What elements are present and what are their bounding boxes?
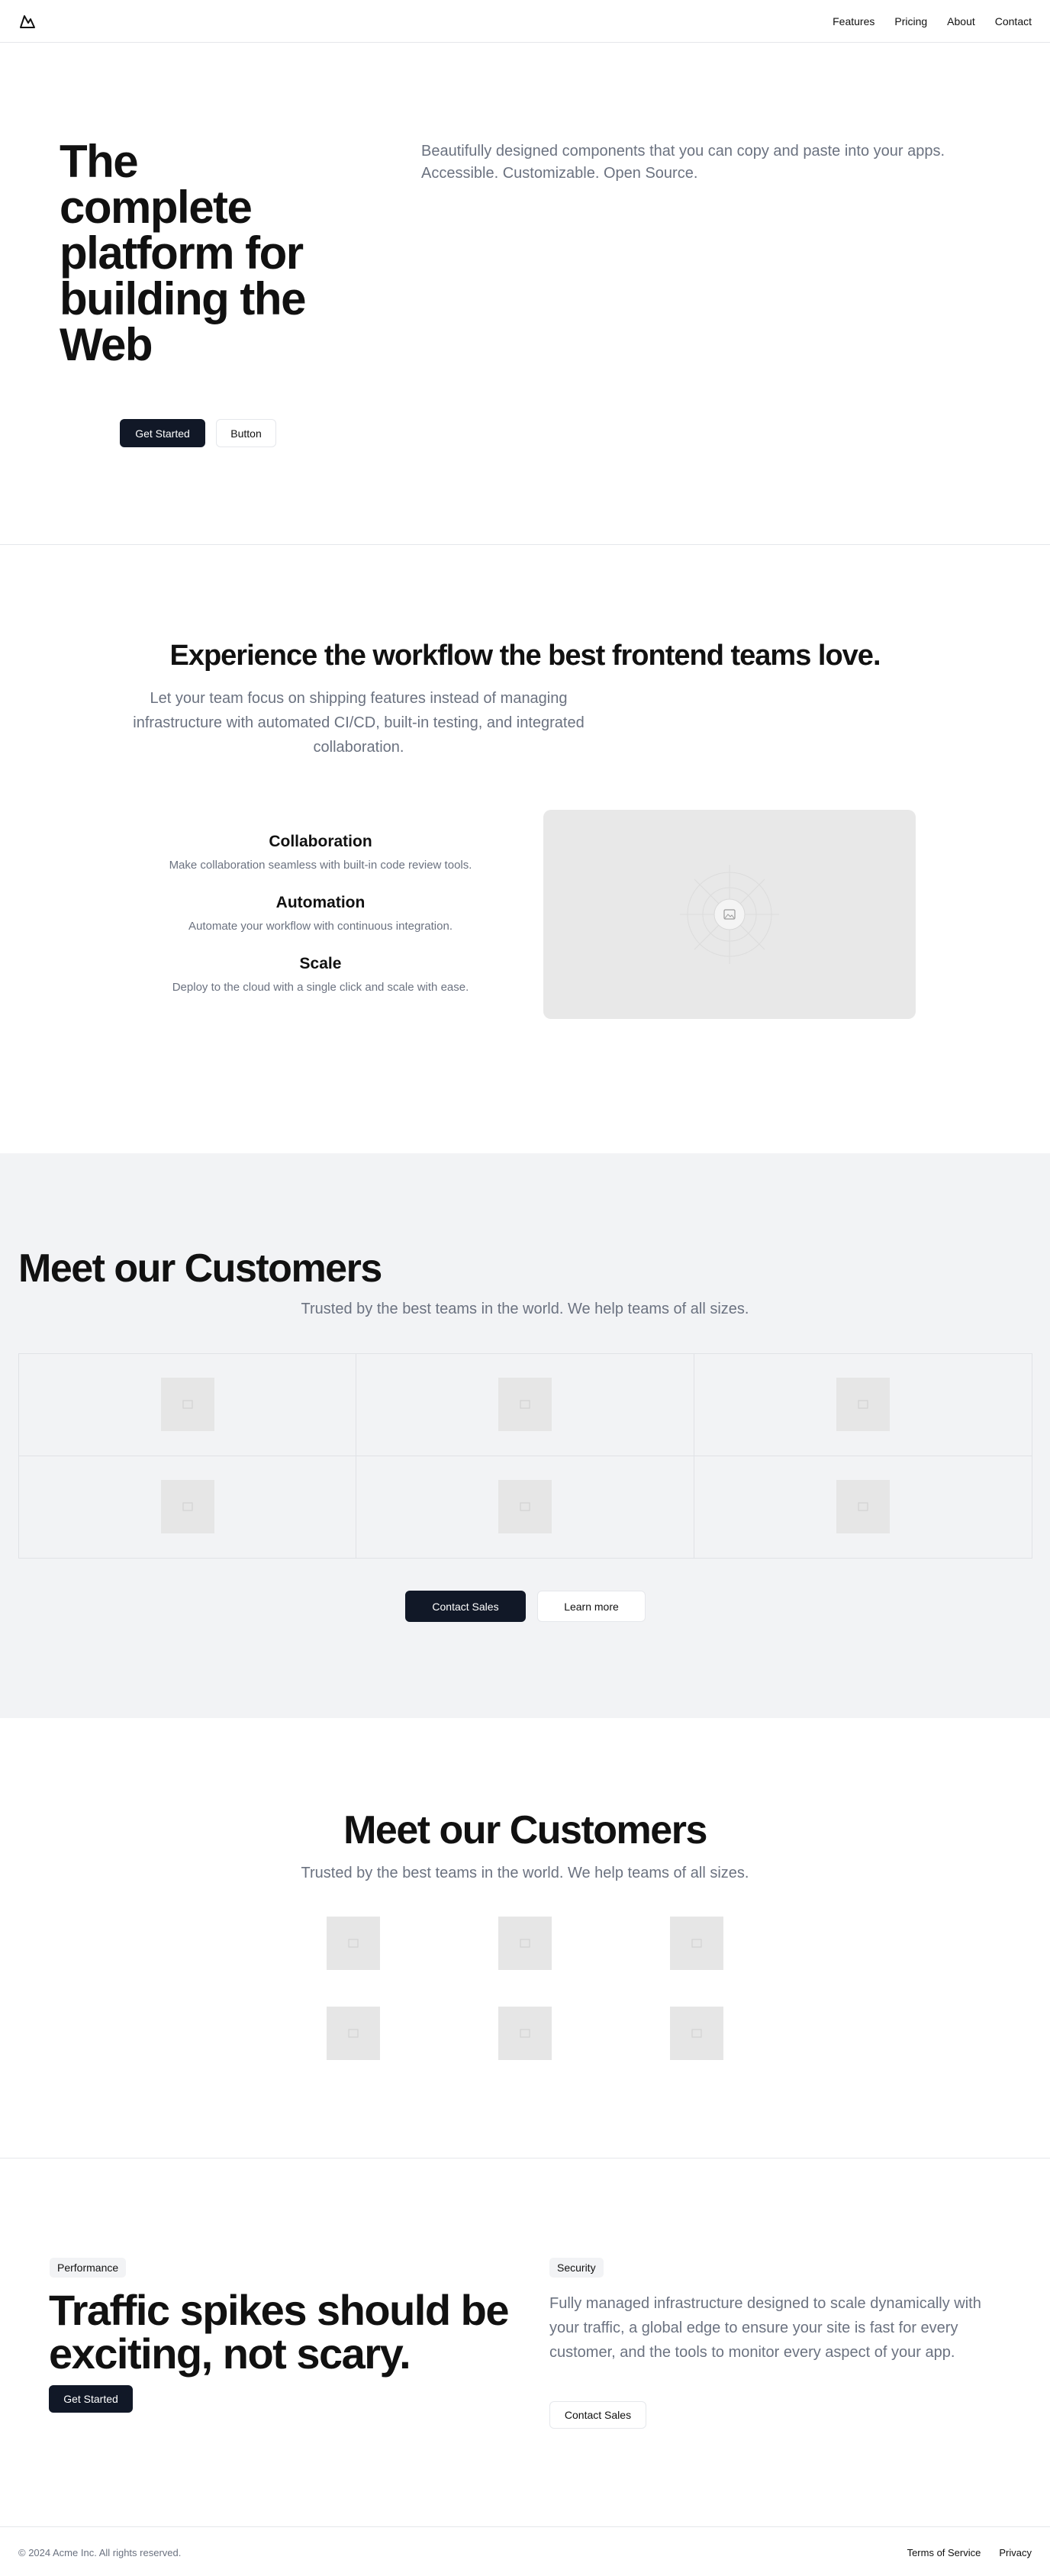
footer-links: Terms of Service Privacy [907,2547,1032,2558]
image-icon [691,1939,702,1948]
security-badge: Security [549,2258,604,2278]
logo-cell [356,1456,694,1558]
image-placeholder-icon [680,865,779,964]
contact-sales-button[interactable]: Contact Sales [405,1591,526,1622]
hero-description: Beautifully designed components that you… [421,143,945,182]
logo-cell [19,1456,357,1558]
section-divider [0,544,1050,545]
feature-collaboration: Collaboration Make collaboration seamles… [130,833,511,872]
customer-logo-placeholder [498,1480,552,1534]
feature-title: Automation [275,894,366,911]
performance-badge: Performance [50,2258,127,2278]
customer-logo-placeholder [160,1378,214,1432]
customer-logo-placeholder [836,1378,890,1432]
hero-title: The complete platform for building the W… [60,136,306,370]
nav-link-about[interactable]: About [947,15,975,27]
customer-logo-placeholder [670,1917,723,1970]
get-started-button[interactable]: Get Started [120,419,205,447]
mountain-logo-icon[interactable] [18,12,37,31]
copyright-text: © 2024 Acme Inc. All rights reserved. [18,2547,182,2558]
customer-logo-placeholder [327,2007,380,2060]
security-description: Fully managed infrastructure designed to… [549,2295,981,2361]
image-icon [520,1502,530,1511]
image-icon [691,2029,702,2038]
customers-subtitle: Trusted by the best teams in the world. … [301,1301,749,1317]
footer-divider [0,2526,1050,2527]
main-nav: Features Pricing About Contact [833,15,1032,27]
workflow-title: Experience the workflow the best fronten… [169,640,881,672]
image-icon [182,1502,193,1511]
feature-text: Make collaboration seamless with built-i… [169,859,472,872]
image-icon [182,1400,193,1409]
customer-logo-placeholder [836,1480,890,1534]
nav-link-contact[interactable]: Contact [995,15,1032,27]
image-icon [348,2029,359,2038]
image-icon [858,1502,868,1511]
feature-text: Automate your workflow with continuous i… [188,920,453,933]
customers-title: Meet our Customers [18,1246,382,1291]
logo-cell [19,1354,357,1456]
nav-link-features[interactable]: Features [833,15,874,27]
customers-subtitle: Trusted by the best teams in the world. … [301,1865,749,1881]
customer-logo-placeholder [498,2007,552,2060]
logo-cell [694,1354,1032,1456]
customer-logo-placeholder [327,1917,380,1970]
image-icon [520,1400,530,1409]
workflow-image-placeholder [543,810,916,1019]
contact-sales-button[interactable]: Contact Sales [549,2401,646,2429]
feature-title: Scale [299,955,342,972]
nav-link-pricing[interactable]: Pricing [894,15,927,27]
secondary-button[interactable]: Button [216,419,276,447]
customers-title: Meet our Customers [343,1808,707,1852]
image-icon [348,1939,359,1948]
customer-logo-placeholder [670,2007,723,2060]
customer-logo-grid [18,1353,1032,1559]
terms-link[interactable]: Terms of Service [907,2547,981,2558]
logo-cell [356,1354,694,1456]
feature-scale: Scale Deploy to the cloud with a single … [130,955,511,994]
image-icon [520,2029,530,2038]
workflow-description: Let your team focus on shipping features… [133,690,585,756]
learn-more-button[interactable]: Learn more [537,1591,646,1622]
image-icon [858,1400,868,1409]
site-header: Features Pricing About Contact [0,0,1050,43]
feature-text: Deploy to the cloud with a single click … [172,981,469,994]
get-started-button[interactable]: Get Started [49,2385,133,2413]
privacy-link[interactable]: Privacy [999,2547,1032,2558]
customer-logo-placeholder [160,1480,214,1534]
traffic-title: Traffic spikes should be exciting, not s… [49,2286,509,2378]
image-icon [520,1939,530,1948]
customer-logo-placeholder [498,1378,552,1432]
feature-title: Collaboration [269,833,372,850]
logo-cell [694,1456,1032,1559]
customer-logo-placeholder [498,1917,552,1970]
feature-automation: Automation Automate your workflow with c… [130,894,511,933]
